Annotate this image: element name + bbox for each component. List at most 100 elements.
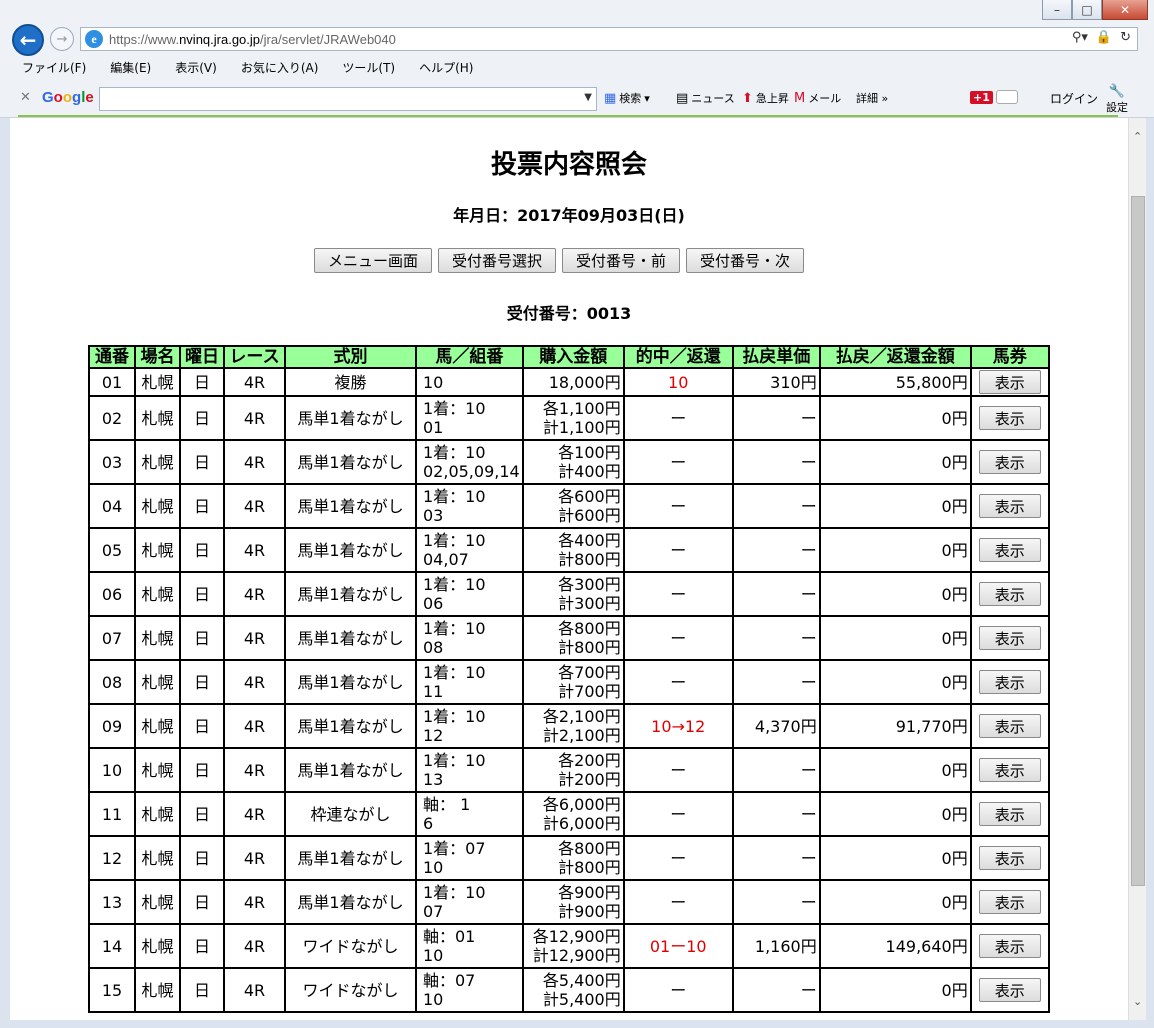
amount-cell: 各400円 計800円	[521, 527, 625, 573]
show-ticket-button[interactable]: 表示	[978, 370, 1041, 394]
table-row: 05 札幌日 4R 馬単1着ながし 1着：10 04,07 各400円 計800円ーー 0円 表示	[88, 527, 1050, 573]
menu-screen-button[interactable]: メニュー画面	[314, 248, 433, 273]
table-row: 10 札幌日 4R 馬単1着ながし 1着：10 13 各200円 計200円ーー 0円 表示	[88, 747, 1050, 793]
toolbar-close-icon[interactable]: ✕	[20, 90, 31, 105]
google-search-button[interactable]: ▦ 検索 ▾	[604, 90, 650, 106]
race-cell: 4R	[223, 395, 286, 441]
detail-button[interactable]: 詳細 »	[856, 90, 888, 106]
show-ticket-button[interactable]: 表示	[978, 450, 1041, 474]
show-ticket-button[interactable]: 表示	[978, 758, 1041, 782]
payout-cell: 0円	[818, 659, 972, 705]
serial-cell: 03	[88, 439, 136, 485]
hit-cell: ー	[622, 747, 734, 793]
table-row: 12 札幌日 4R 馬単1着ながし 1着：07 10 各800円 計800円ーー 0円 表示	[88, 835, 1050, 881]
header-cell: 式別	[284, 345, 417, 369]
serial-cell: 11	[88, 791, 136, 837]
receipt-select-button[interactable]: 受付番号選択	[438, 248, 557, 273]
payout-cell: 91,770円	[818, 703, 972, 749]
show-ticket-button[interactable]: 表示	[978, 670, 1041, 694]
unit-price-cell: ー	[731, 615, 821, 661]
table-row: 03 札幌日 4R 馬単1着ながし 1着：10 02,05,09,14 各100円 計400円…	[88, 439, 1050, 485]
vertical-scrollbar[interactable]: ⌃ ⌄	[1128, 118, 1146, 1020]
serial-cell: 04	[88, 483, 136, 529]
venue-cell: 札幌	[134, 923, 181, 969]
amount-line: 計800円	[558, 858, 621, 877]
race-cell: 4R	[223, 571, 286, 617]
menu-bar: ファイル(F) 編集(E) 表示(V) お気に入り(A) ツール(T) ヘルプ(…	[18, 58, 477, 78]
venue-cell: 札幌	[134, 367, 181, 397]
payout-cell: 0円	[818, 571, 972, 617]
serial-cell: 07	[88, 615, 136, 661]
close-icon[interactable]: ✕	[1102, 0, 1148, 20]
ticket-cell: 表示	[969, 439, 1050, 485]
combo-line: 07	[423, 902, 444, 921]
maximize-icon[interactable]: □	[1072, 0, 1102, 20]
menu-favorites[interactable]: お気に入り(A)	[237, 58, 323, 78]
combo-line: 1着：10	[423, 663, 486, 682]
unit-price-cell: ー	[731, 571, 821, 617]
race-cell: 4R	[223, 615, 286, 661]
minimize-icon[interactable]: –	[1042, 0, 1072, 20]
refresh-icon[interactable]: ↻	[1120, 30, 1131, 45]
mail-button[interactable]: M メール	[794, 90, 841, 106]
show-ticket-button[interactable]: 表示	[978, 934, 1041, 958]
receipt-prev-button[interactable]: 受付番号・前	[562, 248, 681, 273]
menu-edit[interactable]: 編集(E)	[106, 58, 155, 78]
menu-help[interactable]: ヘルプ(H)	[415, 58, 477, 78]
day-cell: 日	[179, 791, 225, 837]
search-icon[interactable]: ⚲▾	[1072, 30, 1088, 45]
payout-cell: 0円	[818, 747, 972, 793]
login-button[interactable]: ログイン	[1050, 90, 1098, 107]
scroll-up-icon[interactable]: ⌃	[1133, 130, 1142, 143]
bet-type-cell: 馬単1着ながし	[284, 571, 417, 617]
table-row: 02 札幌日 4R 馬単1着ながし 1着：10 01 各1,100円 計1,100円ーー 0円表…	[88, 395, 1050, 441]
menu-tools[interactable]: ツール(T)	[338, 58, 399, 78]
scroll-down-icon[interactable]: ⌄	[1133, 995, 1142, 1008]
amount-cell: 各200円 計200円	[521, 747, 625, 793]
google-colored-icon: ▦	[604, 90, 617, 106]
amount-cell: 各1,100円 計1,100円	[521, 395, 625, 441]
combo-cell: 1着：10 01	[415, 395, 524, 441]
amount-line: 計400円	[558, 462, 621, 481]
serial-cell: 01	[88, 367, 136, 397]
header-cell: 場名	[134, 345, 181, 369]
menu-view[interactable]: 表示(V)	[171, 58, 221, 78]
rising-button[interactable]: ⬆ 急上昇	[742, 90, 789, 106]
show-ticket-button[interactable]: 表示	[978, 890, 1041, 914]
show-ticket-button[interactable]: 表示	[978, 978, 1041, 1002]
show-ticket-button[interactable]: 表示	[978, 582, 1041, 606]
gplus-button[interactable]: +1	[970, 90, 1018, 104]
show-ticket-button[interactable]: 表示	[978, 802, 1041, 826]
menu-file[interactable]: ファイル(F)	[18, 58, 90, 78]
receipt-next-button[interactable]: 受付番号・次	[686, 248, 805, 273]
combo-cell: 1着：10 13	[415, 747, 524, 793]
show-ticket-button[interactable]: 表示	[978, 494, 1041, 518]
lock-icon[interactable]: 🔒	[1096, 30, 1112, 45]
date-line: 年月日：2017年09月03日(日)	[453, 206, 685, 225]
venue-cell: 札幌	[134, 747, 181, 793]
show-ticket-button[interactable]: 表示	[978, 626, 1041, 650]
show-ticket-button[interactable]: 表示	[978, 846, 1041, 870]
scroll-thumb[interactable]	[1131, 196, 1145, 886]
serial-cell: 14	[88, 923, 136, 969]
unit-price-cell: ー	[731, 395, 821, 441]
race-cell: 4R	[223, 879, 286, 925]
forward-arrow-icon[interactable]: →	[50, 27, 74, 51]
combo-line: 13	[423, 770, 444, 789]
combo-cell: 1着：10 04,07	[415, 527, 524, 573]
show-ticket-button[interactable]: 表示	[978, 714, 1041, 738]
up-arrow-icon: ⬆	[742, 90, 753, 106]
show-ticket-button[interactable]: 表示	[978, 406, 1041, 430]
show-ticket-button[interactable]: 表示	[978, 538, 1041, 562]
news-button[interactable]: ▤ ニュース	[676, 90, 735, 106]
back-arrow-icon[interactable]: ←	[12, 24, 44, 56]
bet-type-cell: ワイドながし	[284, 967, 417, 1013]
address-bar[interactable]: e https://www.nvinq.jra.go.jp/jra/servle…	[80, 27, 1138, 51]
chevron-down-icon[interactable]: ▼	[584, 92, 592, 103]
google-search-input[interactable]: ▼	[99, 87, 597, 111]
combo-cell: 1着：10 08	[415, 615, 524, 661]
combo-line: 11	[423, 682, 444, 701]
ticket-cell: 表示	[969, 659, 1050, 705]
settings-button[interactable]: 🔧 設定	[1106, 84, 1128, 115]
amount-line: 計600円	[558, 506, 621, 525]
